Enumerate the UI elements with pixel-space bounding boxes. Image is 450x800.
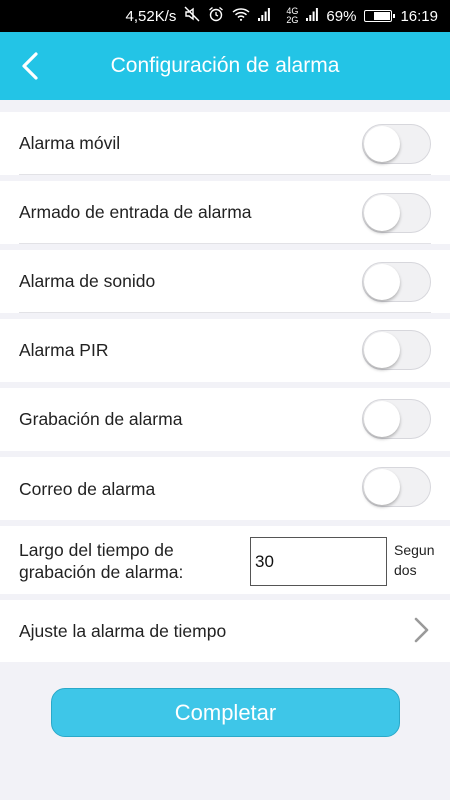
setting-label: Alarma de sonido	[19, 271, 156, 291]
status-bar: 4,52K/s 4G 2G 69% 16:19	[0, 0, 450, 32]
signal-icon	[306, 7, 319, 25]
setting-row-pir-alarm: Alarma PIR	[0, 319, 450, 382]
network-type: 4G 2G	[278, 7, 298, 25]
divider	[19, 243, 431, 244]
toggle-knob	[364, 264, 400, 300]
toggle-knob	[364, 332, 400, 368]
alarm-email-toggle[interactable]	[362, 467, 431, 507]
divider	[19, 174, 431, 175]
input-arming-toggle[interactable]	[362, 193, 431, 233]
complete-button[interactable]: Completar	[51, 688, 400, 737]
mute-icon	[184, 6, 200, 26]
battery-icon	[364, 10, 396, 22]
mobile-alarm-toggle[interactable]	[362, 124, 431, 164]
chevron-left-icon	[22, 52, 38, 80]
setting-label: Correo de alarma	[19, 479, 156, 499]
recording-duration-row: Largo del tiempo de grabación de alarma:…	[0, 526, 450, 594]
setting-row-sound-alarm: Alarma de sonido	[0, 250, 450, 313]
alarm-recording-toggle[interactable]	[362, 399, 431, 439]
alarm-clock-icon	[208, 6, 224, 26]
recording-duration-input[interactable]	[250, 537, 387, 586]
sound-alarm-toggle[interactable]	[362, 262, 431, 302]
chevron-right-icon	[414, 617, 429, 643]
recording-duration-label-line2: grabación de alarma:	[19, 562, 184, 582]
setting-row-mobile-alarm: Alarma móvil	[0, 112, 450, 175]
setting-label: Grabación de alarma	[19, 409, 183, 429]
recording-duration-label-line1: Largo del tiempo de	[19, 540, 174, 560]
network-speed: 4,52K/s	[125, 7, 177, 25]
wifi-icon	[232, 7, 250, 25]
toggle-knob	[364, 401, 400, 437]
toggle-knob	[364, 195, 400, 231]
recording-duration-label: Largo del tiempo de grabación de alarma:	[19, 539, 183, 583]
clock-time: 16:19	[400, 7, 438, 25]
divider	[19, 312, 431, 313]
setting-row-alarm-email: Correo de alarma	[0, 457, 450, 520]
battery-percent: 69%	[326, 7, 357, 25]
time-alarm-label: Ajuste la alarma de tiempo	[19, 621, 227, 641]
network-bottom-label: 2G	[286, 15, 299, 25]
toggle-knob	[364, 126, 400, 162]
setting-row-input-arming: Armado de entrada de alarma	[0, 181, 450, 244]
page-title: Configuración de alarma	[110, 54, 340, 77]
back-button[interactable]	[10, 42, 50, 90]
setting-label: Alarma PIR	[19, 340, 109, 360]
signal-icon	[258, 7, 271, 25]
time-alarm-row[interactable]: Ajuste la alarma de tiempo	[0, 600, 450, 662]
seconds-unit-label: Segundos	[394, 542, 435, 578]
setting-label: Alarma móvil	[19, 133, 121, 153]
pir-alarm-toggle[interactable]	[362, 330, 431, 370]
toggle-knob	[364, 469, 400, 505]
app-header: Configuración de alarma	[0, 32, 450, 100]
setting-label: Armado de entrada de alarma	[19, 202, 252, 222]
setting-row-alarm-recording: Grabación de alarma	[0, 388, 450, 451]
